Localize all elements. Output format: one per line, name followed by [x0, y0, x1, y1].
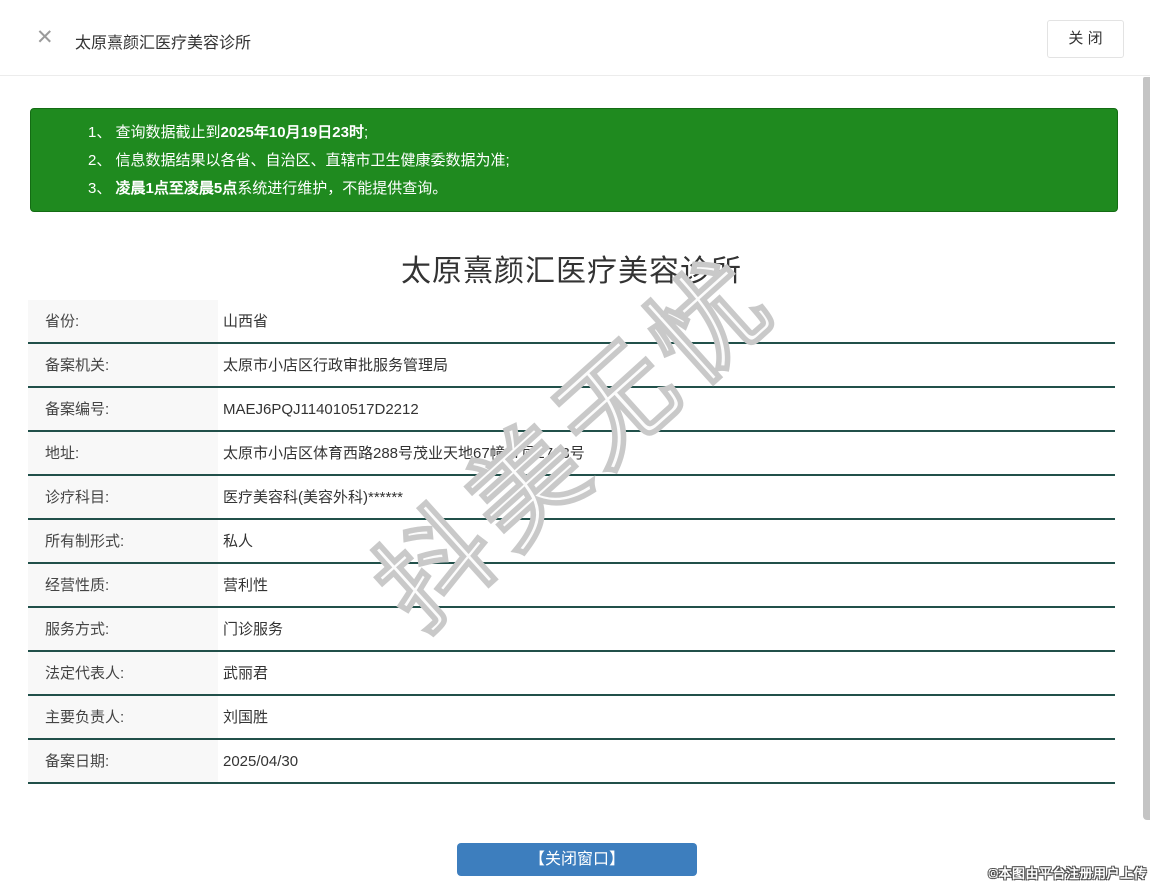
notice-line3-text: 3、 [88, 180, 116, 197]
table-row-filing-number: 备案编号: MAEJ6PQJ114010517D2212 [28, 388, 1115, 432]
table-row-ownership-form: 所有制形式: 私人 [28, 520, 1115, 564]
close-window-button[interactable]: 【关闭窗口】 [457, 843, 697, 876]
notice-line1-bold: 2025年10月19日23时 [220, 124, 364, 141]
row-value: 医疗美容科(美容外科)****** [223, 489, 404, 506]
notice-line-3: 3、 凌晨1点至凌晨5点系统进行维护，不能提供查询。 [88, 175, 1107, 203]
header-bar: ✕ 太原熹颜汇医疗美容诊所 关 闭 [0, 0, 1150, 76]
row-label: 地址: [28, 432, 218, 474]
info-table: 省份: 山西省 备案机关: 太原市小店区行政审批服务管理局 备案编号: MAEJ… [28, 300, 1115, 784]
row-label: 法定代表人: [28, 652, 218, 694]
clinic-name-title: 太原熹颜汇医疗美容诊所 [401, 255, 742, 288]
row-value: 太原市小店区行政审批服务管理局 [223, 357, 449, 374]
row-label: 经营性质: [28, 564, 218, 606]
row-value: 山西省 [223, 313, 269, 330]
row-label: 所有制形式: [28, 520, 218, 562]
notice-line3-bold: 凌晨1点至凌晨5点 [115, 180, 238, 197]
table-row-main-person-in-charge: 主要负责人: 刘国胜 [28, 696, 1115, 740]
table-row-filing-authority: 备案机关: 太原市小店区行政审批服务管理局 [28, 344, 1115, 388]
notice-line2-text: 2、 信息数据结果以各省、自治区、直辖市卫生健康委数据为准; [88, 152, 510, 169]
row-label: 备案机关: [28, 344, 218, 386]
row-label: 备案编号: [28, 388, 218, 430]
row-label: 主要负责人: [28, 696, 218, 738]
row-value: 武丽君 [223, 665, 269, 682]
notice-box: 1、 查询数据截止到2025年10月19日23时; 2、 信息数据结果以各省、自… [30, 108, 1118, 212]
scrollbar[interactable] [1143, 77, 1150, 820]
row-value: 营利性 [223, 577, 269, 594]
table-row-filing-date: 备案日期: 2025/04/30 [28, 740, 1115, 784]
close-x-icon[interactable]: ✕ [36, 26, 54, 50]
row-value: 太原市小店区体育西路288号茂业天地67幢27层2703号 [223, 445, 585, 462]
table-row-treatment-subjects: 诊疗科目: 医疗美容科(美容外科)****** [28, 476, 1115, 520]
table-row-business-nature: 经营性质: 营利性 [28, 564, 1115, 608]
notice-line1-end: ; [363, 124, 369, 141]
page-title: 太原熹颜汇医疗美容诊所 [75, 35, 252, 52]
table-row-service-mode: 服务方式: 门诊服务 [28, 608, 1115, 652]
table-row-address: 地址: 太原市小店区体育西路288号茂业天地67幢27层2703号 [28, 432, 1115, 476]
close-button[interactable]: 关 闭 [1047, 20, 1124, 58]
row-label: 省份: [28, 300, 218, 342]
table-row-province: 省份: 山西省 [28, 300, 1115, 344]
row-label: 服务方式: [28, 608, 218, 650]
row-value: 2025/04/30 [223, 753, 299, 770]
table-row-legal-representative: 法定代表人: 武丽君 [28, 652, 1115, 696]
notice-line3-end: 系统进行维护，不能提供查询。 [237, 180, 448, 197]
copyright-watermark: ©本图由平台注册用户上传 [988, 866, 1147, 881]
row-value: 私人 [223, 533, 254, 550]
row-value: MAEJ6PQJ114010517D2212 [223, 401, 419, 418]
notice-line-1: 1、 查询数据截止到2025年10月19日23时; [88, 119, 1107, 147]
row-value: 门诊服务 [223, 621, 284, 638]
row-label: 备案日期: [28, 740, 218, 782]
row-value: 刘国胜 [223, 709, 269, 726]
row-label: 诊疗科目: [28, 476, 218, 518]
notice-line-2: 2、 信息数据结果以各省、自治区、直辖市卫生健康委数据为准; [88, 147, 1107, 175]
notice-line1-text: 1、 查询数据截止到 [88, 124, 221, 141]
